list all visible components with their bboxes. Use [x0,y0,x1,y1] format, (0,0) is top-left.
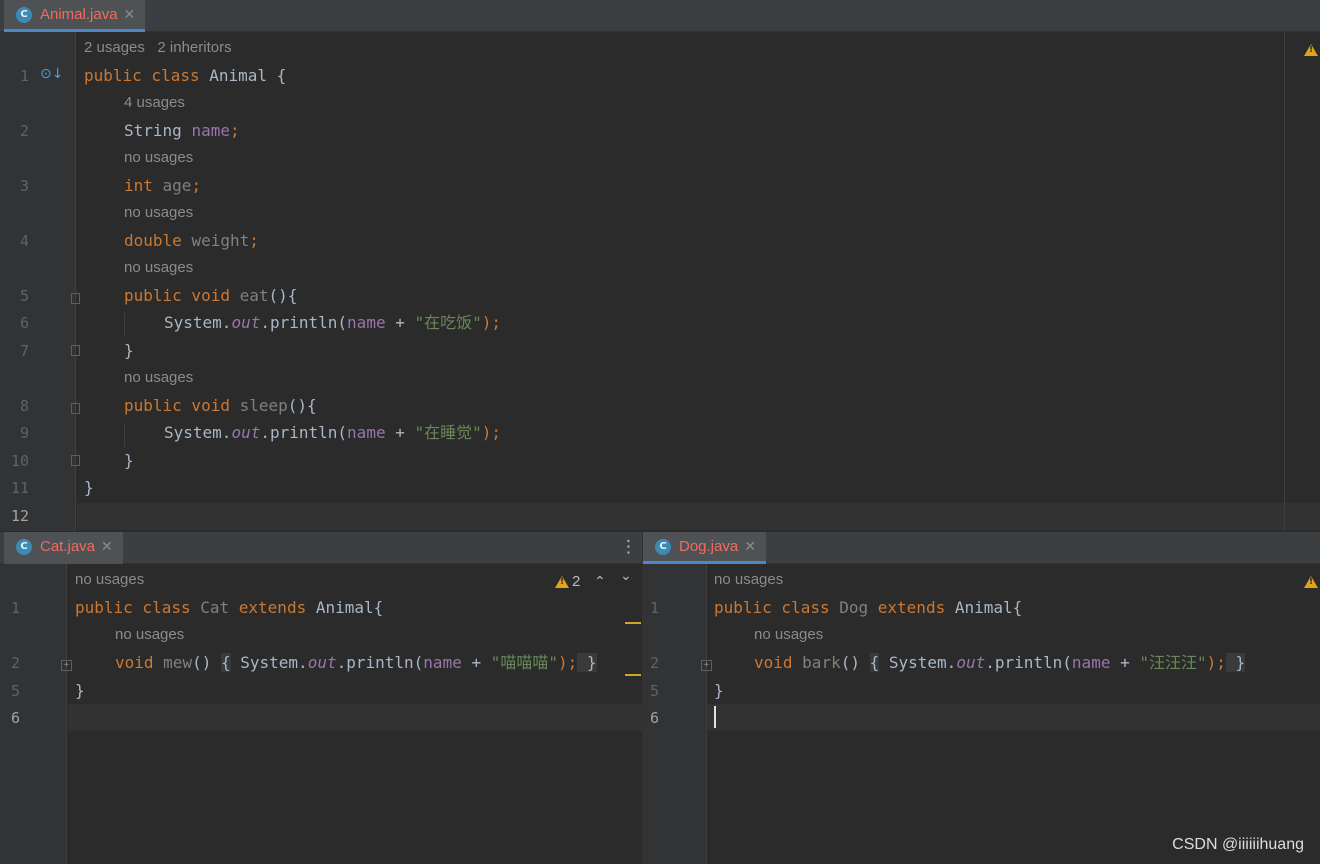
current-line-highlight [77,503,1320,530]
line-number-current: 12 [11,507,30,525]
line-number: 7 [20,342,30,360]
tab-dog-java[interactable]: C Dog.java ✕ [643,532,766,564]
code-line: public void sleep(){ [124,396,317,415]
line-number: 5 [20,287,30,305]
more-vertical-icon[interactable]: ⋮ [620,537,637,557]
indent-guide [124,423,125,447]
current-line-highlight [707,704,1320,731]
inlay-hint-usages[interactable]: no usages [714,570,783,590]
code-line: public class Dog extends Animal{ [714,598,1023,617]
line-number: 1 [11,599,21,617]
line-gutter: 1 ⊙↓ 2 3 4 5 6 7 8 9 10 11 12 [0,32,80,531]
cat-tabbar: C Cat.java ✕ ⋮ [0,532,642,564]
line-number: 5 [650,682,660,700]
line-number: 8 [20,397,30,415]
code-line: int age; [124,176,202,195]
line-number: 3 [20,177,30,195]
chevron-up-icon[interactable]: ⌃ [594,574,606,590]
warning-stripe-marker[interactable] [625,674,641,676]
class-icon: C [655,538,671,555]
dog-code-area[interactable]: no usages public class Dog extends Anima… [707,564,1320,864]
inlay-hint-usages[interactable]: no usages [124,148,193,168]
warning-icon[interactable] [555,576,569,588]
line-number: 2 [11,654,21,672]
inlay-hint-usages[interactable]: 4 usages [124,93,185,113]
code-line: System.out.println(name + "在睡觉"); [164,423,502,442]
tab-label: Animal.java [40,6,118,23]
override-down-icon[interactable]: ⊙↓ [40,66,63,82]
current-line-highlight [68,704,642,731]
dog-tabbar: C Dog.java ✕ [643,532,1320,564]
code-line: } [714,681,724,700]
code-line: void mew() { System.out.println(name + "… [115,653,597,672]
code-line: System.out.println(name + "在吃饭"); [164,313,502,332]
animal-tabbar: C Animal.java ✕ [0,0,1320,32]
text-caret [714,706,716,728]
class-icon: C [16,538,32,555]
watermark: CSDN @iiiiiihuang [1172,836,1304,853]
inlay-hint-usages[interactable]: no usages [124,368,193,388]
code-line: } [84,478,94,497]
line-gutter: 1 2 5 6 + [0,564,72,864]
warning-icon[interactable] [1304,44,1318,56]
tab-animal-java[interactable]: C Animal.java ✕ [4,0,146,32]
warning-stripe-marker[interactable] [625,622,641,624]
dog-editor-pane: C Dog.java ✕ 1 2 5 6 + no usages public … [643,532,1320,864]
code-line: public class Cat extends Animal{ [75,598,384,617]
code-line: } [124,341,134,360]
close-icon[interactable]: ✕ [124,7,136,23]
code-line: } [124,451,134,470]
indent-guide [124,313,125,337]
line-number: 5 [11,682,21,700]
tab-cat-java[interactable]: C Cat.java ✕ [4,532,123,564]
class-icon: C [16,6,32,23]
code-line: void bark() { System.out.println(name + … [754,653,1246,672]
inlay-hint-usages[interactable]: no usages [754,625,823,645]
animal-editor-pane: C Animal.java ✕ 1 ⊙↓ 2 3 4 5 6 7 8 9 10 … [0,0,1320,531]
line-number: 9 [20,424,30,442]
line-number: 2 [650,654,660,672]
line-number-current: 6 [11,709,21,727]
line-number: 10 [11,452,30,470]
close-icon[interactable]: ✕ [744,539,756,555]
warning-count[interactable]: 2 [572,572,580,592]
inlay-hint-usages[interactable]: no usages [124,258,193,278]
inlay-hint-usages[interactable]: no usages [115,625,184,645]
tab-label: Dog.java [679,538,739,555]
cat-editor-pane: C Cat.java ✕ ⋮ 1 2 5 6 + no usages 2 ⌃ ⌄… [0,532,642,864]
chevron-down-icon[interactable]: ⌄ [620,568,632,584]
code-line: } [75,681,85,700]
inlay-hint-usages[interactable]: no usages [124,203,193,223]
close-icon[interactable]: ✕ [101,539,113,555]
cat-code-area[interactable]: no usages 2 ⌃ ⌄ public class Cat extends… [68,564,642,864]
code-line: public class Animal { [84,66,287,85]
line-number: 11 [11,479,30,497]
inlay-hint-usages[interactable]: no usages [75,570,144,590]
animal-code-area[interactable]: 2 usages 2 inheritors public class Anima… [77,32,1320,531]
tab-label: Cat.java [40,538,96,555]
line-number: 6 [20,314,30,332]
line-gutter: 1 2 5 6 + [643,564,712,864]
line-number: 4 [20,232,30,250]
inlay-hint-usages[interactable]: 2 usages 2 inheritors [84,38,232,58]
right-margin [1284,32,1285,531]
line-number: 1 [650,599,660,617]
line-number-current: 6 [650,709,660,727]
code-line: public void eat(){ [124,286,298,305]
warning-icon[interactable] [1304,576,1318,588]
code-line: double weight; [124,231,259,250]
line-number: 2 [20,122,30,140]
code-line: String name; [124,121,240,140]
